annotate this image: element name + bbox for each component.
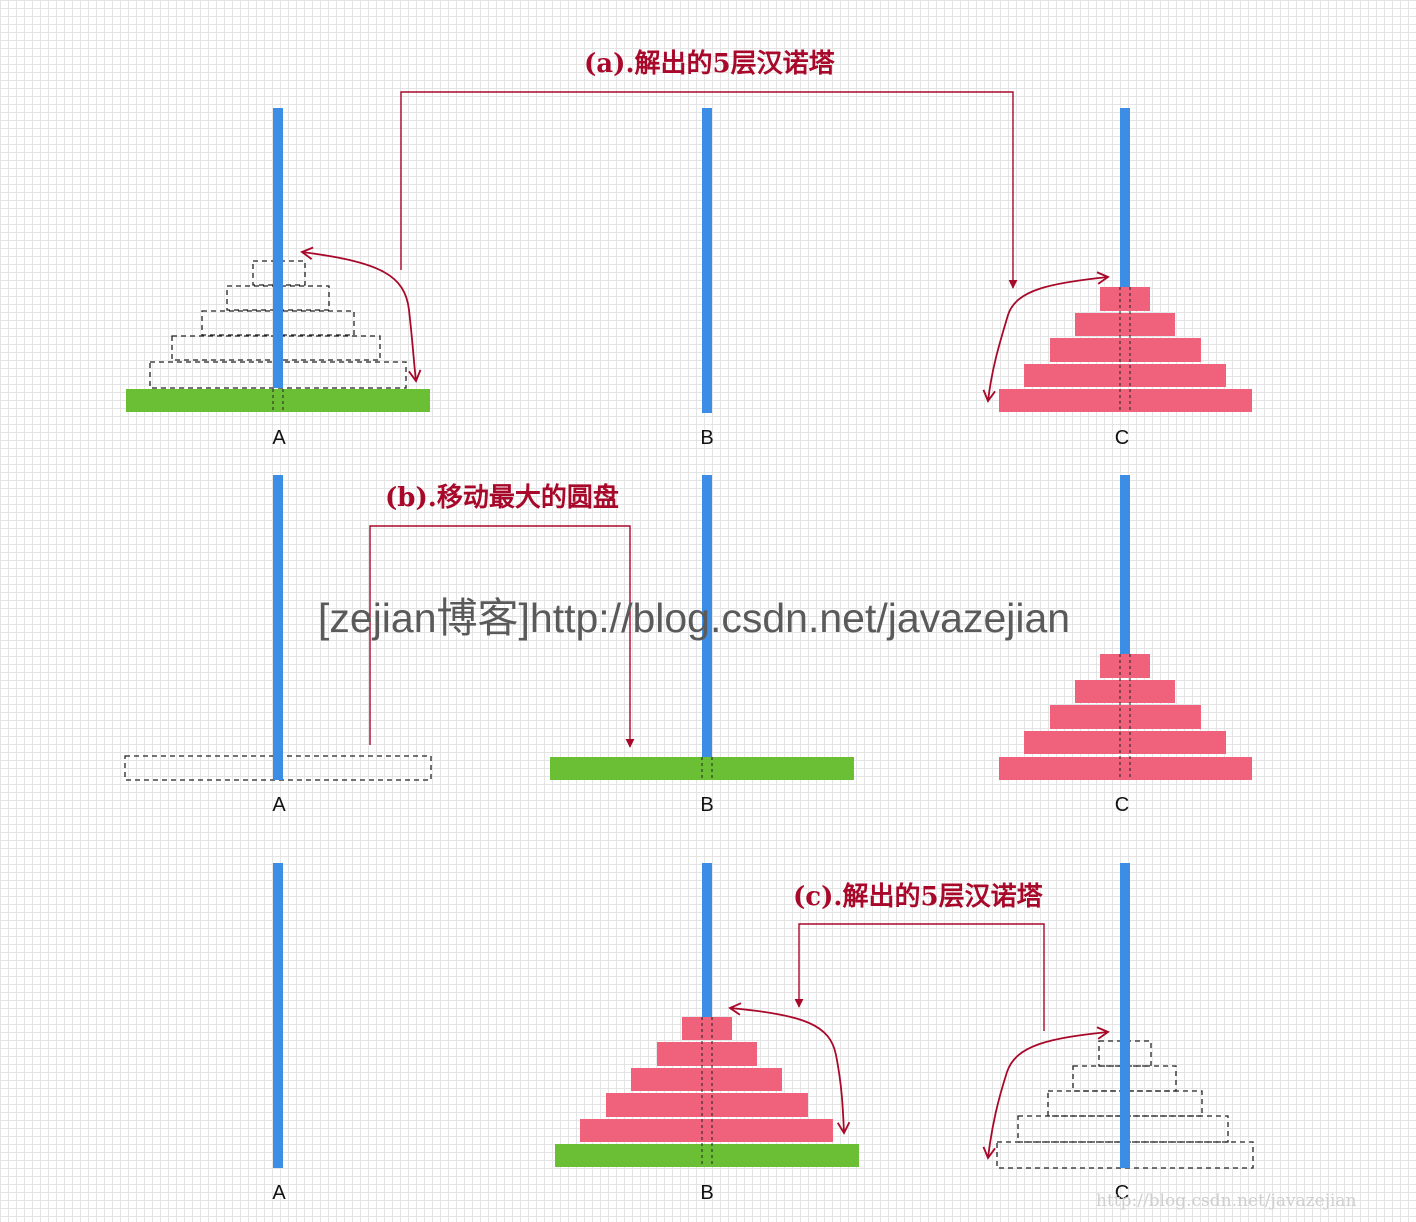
disk-2 xyxy=(657,1042,757,1066)
row-2: (b).移动最大的圆盘 A B C xyxy=(124,475,1252,816)
connector-c xyxy=(794,923,1045,1031)
annotation-b: (b).移动最大的圆盘 xyxy=(385,482,619,513)
peg-label-b: B xyxy=(700,1182,713,1204)
disk-3 xyxy=(1050,705,1201,729)
peg-label-a: A xyxy=(272,427,286,449)
peg-c xyxy=(1120,475,1130,655)
peg-a xyxy=(273,475,283,780)
disk-2 xyxy=(1075,313,1175,336)
peg-b xyxy=(702,863,712,1018)
disk-5 xyxy=(999,757,1252,780)
peg-label-a: A xyxy=(272,794,286,816)
peg-b xyxy=(702,108,712,413)
footer-watermark: http://blog.csdn.net/javazejian xyxy=(1096,1191,1357,1211)
peg-label-c: C xyxy=(1115,427,1129,449)
disk-5 xyxy=(580,1119,833,1142)
peg-c xyxy=(1120,108,1130,288)
disk-stack-b xyxy=(580,1017,833,1142)
disk-2 xyxy=(1075,680,1175,703)
row-1: (a).解出的5层汉诺塔 A B C xyxy=(126,48,1252,449)
disk-4 xyxy=(606,1093,808,1117)
disk-4 xyxy=(1024,364,1226,387)
disk-4 xyxy=(1024,731,1226,754)
peg-label-a: A xyxy=(272,1182,286,1204)
largest-disk xyxy=(555,1144,859,1167)
disk-1 xyxy=(1100,287,1150,311)
disk-1 xyxy=(1100,654,1150,678)
row-3: (c).解出的5层汉诺塔 A B C xyxy=(272,863,1254,1204)
peg-label-b: B xyxy=(700,794,713,816)
peg-c xyxy=(1120,863,1130,1168)
peg-label-c: C xyxy=(1115,794,1129,816)
disk-5 xyxy=(999,389,1252,412)
largest-disk xyxy=(126,389,430,412)
peg-a xyxy=(273,863,283,1168)
annotation-a: (a).解出的5层汉诺塔 xyxy=(584,48,836,79)
hanoi-diagram: (a).解出的5层汉诺塔 A B C (b).移动最大的圆盘 A B C [ze… xyxy=(124,48,1357,1211)
disk-3 xyxy=(631,1068,782,1091)
annotation-c: (c).解出的5层汉诺塔 xyxy=(793,881,1044,912)
disk-1 xyxy=(682,1017,732,1040)
disk-stack-c xyxy=(999,654,1252,780)
disk-stack-c xyxy=(999,287,1252,412)
peg-label-b: B xyxy=(700,427,713,449)
peg-a xyxy=(273,108,283,388)
watermark: [zejian博客]http://blog.csdn.net/javazejia… xyxy=(318,595,1070,641)
disk-3 xyxy=(1050,338,1201,362)
